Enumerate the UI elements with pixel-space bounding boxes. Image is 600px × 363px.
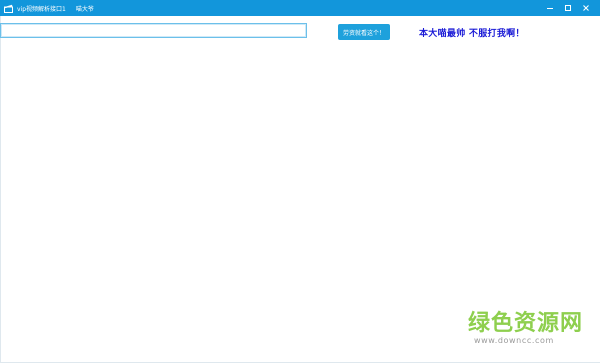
- watermark-brand: 绿色资源网: [468, 311, 584, 336]
- maximize-button[interactable]: [559, 0, 577, 16]
- clapperboard-icon: [3, 3, 13, 13]
- minimize-icon: [547, 8, 553, 9]
- watermark: 绿色资源网 www.downcc.com: [468, 311, 584, 346]
- url-input[interactable]: [0, 23, 307, 38]
- close-icon: [583, 5, 589, 11]
- close-button[interactable]: [577, 0, 595, 16]
- window-title-extra: 喵大爷: [75, 5, 94, 13]
- watermark-url: www.downcc.com: [474, 336, 554, 345]
- slogan-text: 本大喵最帅 不服打我啊！: [419, 29, 525, 39]
- minimize-button[interactable]: [541, 0, 559, 16]
- parse-button[interactable]: 劳资就看这个！: [338, 24, 390, 40]
- title-bar: vip视频解析接口1 喵大爷: [0, 0, 600, 16]
- maximize-icon: [565, 5, 571, 11]
- window-title: vip视频解析接口1: [17, 5, 66, 13]
